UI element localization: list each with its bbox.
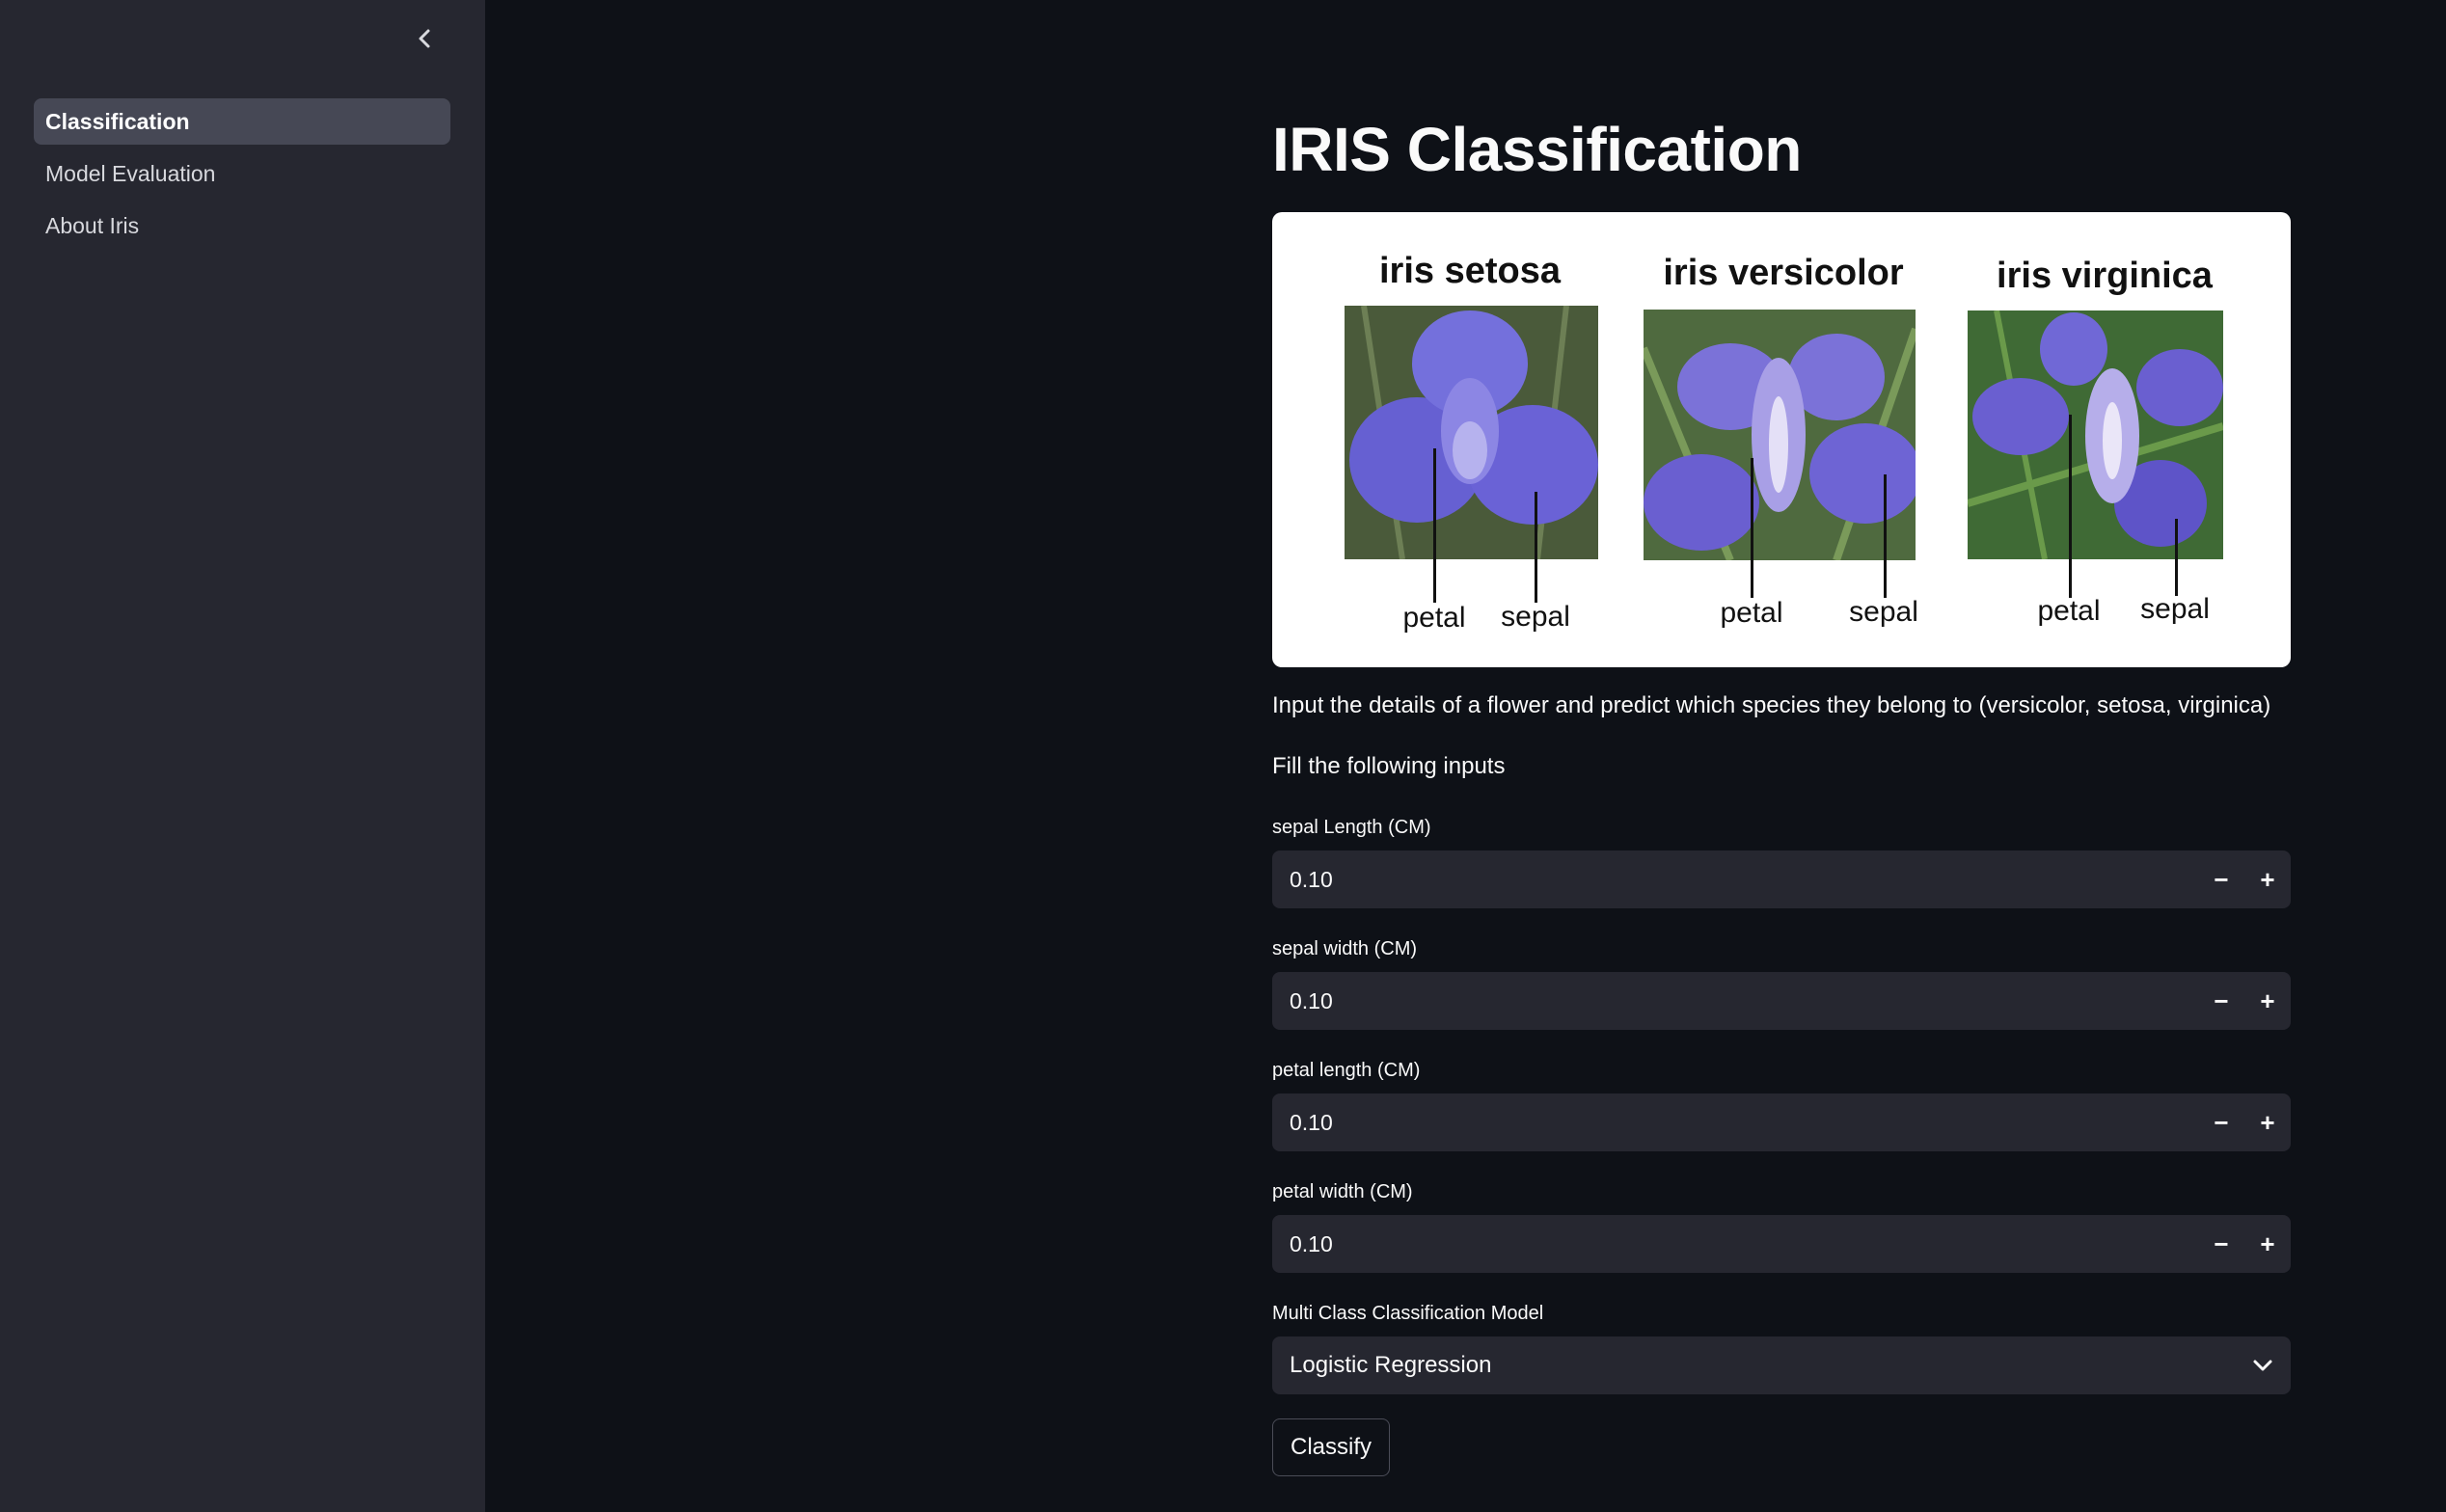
increment-button[interactable]: +	[2244, 1094, 2291, 1151]
sepal-length-value[interactable]: 0.10	[1272, 867, 2198, 893]
petal-width-input: 0.10 − +	[1272, 1215, 2291, 1273]
classify-button[interactable]: Classify	[1272, 1418, 1391, 1476]
iris-species-image: iris setosa petal sepal iris versicolor	[1272, 212, 2291, 667]
virginica-sepal-pointer	[2175, 519, 2178, 596]
decrement-button[interactable]: −	[2198, 850, 2244, 908]
petal-length-label: petal length (CM)	[1272, 1060, 1421, 1081]
description-text: Input the details of a flower and predic…	[1272, 692, 2271, 718]
virginica-photo	[1968, 310, 2223, 559]
chevron-left-icon	[419, 29, 430, 48]
increment-button[interactable]: +	[2244, 850, 2291, 908]
virginica-petal-label: petal	[2037, 595, 2101, 627]
versicolor-sepal-label: sepal	[1849, 596, 1918, 628]
decrement-button[interactable]: −	[2198, 972, 2244, 1030]
decrement-button[interactable]: −	[2198, 1215, 2244, 1273]
fill-prompt-text: Fill the following inputs	[1272, 753, 1506, 779]
petal-length-input: 0.10 − +	[1272, 1094, 2291, 1151]
model-select[interactable]: Logistic Regression	[1272, 1336, 2291, 1394]
species-title-virginica: iris virginica	[1997, 256, 2213, 296]
sepal-width-input: 0.10 − +	[1272, 972, 2291, 1030]
increment-button[interactable]: +	[2244, 1215, 2291, 1273]
setosa-photo	[1345, 306, 1598, 559]
petal-width-label: petal width (CM)	[1272, 1181, 1413, 1202]
setosa-sepal-label: sepal	[1501, 601, 1570, 633]
setosa-petal-pointer	[1433, 448, 1436, 603]
sepal-length-label: sepal Length (CM)	[1272, 817, 1431, 838]
page-title: IRIS Classification	[1272, 115, 1802, 184]
species-title-versicolor: iris versicolor	[1663, 253, 1904, 293]
petal-length-value[interactable]: 0.10	[1272, 1110, 2198, 1136]
sepal-width-label: sepal width (CM)	[1272, 938, 1418, 959]
app-root: Classification Model Evaluation About Ir…	[0, 0, 2446, 1512]
sidebar: Classification Model Evaluation About Ir…	[0, 0, 485, 1512]
sidebar-item-about-iris[interactable]: About Iris	[34, 202, 450, 249]
sepal-length-input: 0.10 − +	[1272, 850, 2291, 908]
sidebar-item-classification[interactable]: Classification	[34, 98, 450, 145]
increment-button[interactable]: +	[2244, 972, 2291, 1030]
sidebar-item-label: Classification	[45, 108, 190, 134]
sidebar-item-label: Model Evaluation	[45, 160, 216, 186]
versicolor-photo	[1644, 310, 1916, 560]
petal-width-value[interactable]: 0.10	[1272, 1231, 2198, 1257]
versicolor-petal-pointer	[1751, 458, 1753, 598]
species-title-setosa: iris setosa	[1379, 251, 1561, 291]
sidebar-item-label: About Iris	[45, 212, 140, 238]
versicolor-sepal-pointer	[1884, 474, 1887, 598]
virginica-sepal-label: sepal	[2140, 593, 2210, 625]
sidebar-item-model-evaluation[interactable]: Model Evaluation	[34, 150, 450, 197]
setosa-petal-label: petal	[1402, 602, 1466, 634]
setosa-sepal-pointer	[1535, 492, 1537, 603]
model-select-label: Multi Class Classification Model	[1272, 1303, 1544, 1324]
virginica-petal-pointer	[2069, 415, 2072, 598]
sidebar-nav: Classification Model Evaluation About Ir…	[34, 98, 450, 255]
decrement-button[interactable]: −	[2198, 1094, 2244, 1151]
sepal-width-value[interactable]: 0.10	[1272, 988, 2198, 1014]
versicolor-petal-label: petal	[1720, 597, 1783, 629]
collapse-sidebar-button[interactable]	[405, 19, 444, 58]
model-select-value: Logistic Regression	[1290, 1352, 1492, 1378]
chevron-down-icon	[2253, 1360, 2272, 1371]
